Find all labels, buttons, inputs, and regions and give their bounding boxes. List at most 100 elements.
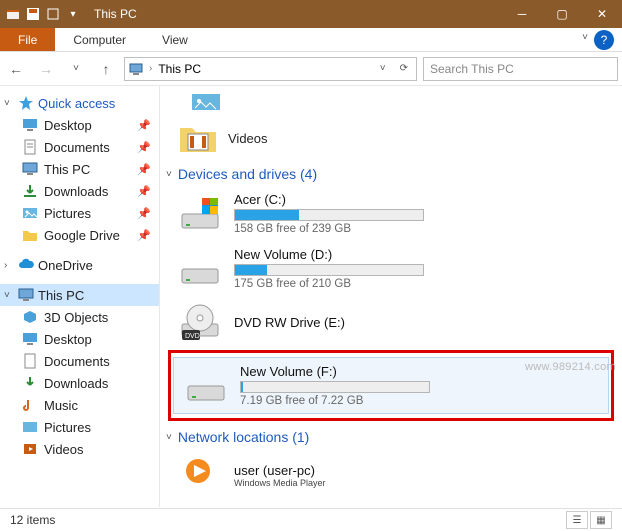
sidebar-item-googledrive[interactable]: Google Drive📌 (0, 224, 159, 246)
search-placeholder: Search This PC (430, 62, 514, 76)
list-item[interactable] (160, 88, 622, 116)
group-network[interactable]: ˅ Network locations (1) (160, 423, 622, 449)
storage-bar (234, 209, 424, 221)
chevron-down-icon[interactable]: ˅ (4, 290, 14, 301)
group-devices[interactable]: ˅ Devices and drives (4) (160, 160, 622, 186)
drive-free: 175 GB free of 210 GB (234, 278, 608, 290)
drive-icon (178, 249, 222, 289)
status-bar: 12 items ☰ ▦ (0, 508, 622, 531)
pin-icon: 📌 (137, 163, 151, 176)
close-button[interactable]: ✕ (582, 0, 622, 28)
pc-icon (129, 62, 143, 76)
pictures-icon (22, 419, 38, 435)
dropdown-icon[interactable]: ▾ (64, 5, 82, 23)
network-label: user (user-pc) (234, 463, 608, 478)
storage-bar (234, 264, 424, 276)
drive-free: 158 GB free of 239 GB (234, 223, 608, 235)
minimize-button[interactable]: ─ (502, 0, 542, 28)
file-tab[interactable]: File (0, 28, 55, 51)
search-input[interactable]: Search This PC (423, 57, 618, 81)
sidebar-item-desktop2[interactable]: Desktop (0, 328, 159, 350)
videos-folder-icon (178, 120, 218, 156)
downloads-icon (22, 375, 38, 391)
view-details-button[interactable]: ☰ (566, 511, 588, 529)
desktop-icon (22, 331, 38, 347)
sidebar-item-thispc[interactable]: This PC📌 (0, 158, 159, 180)
tab-computer[interactable]: Computer (55, 28, 144, 51)
pc-icon (22, 161, 38, 177)
list-item[interactable]: Videos (160, 116, 622, 160)
drive-icon (184, 366, 228, 406)
desktop-icon (22, 117, 38, 133)
pc-icon (18, 287, 34, 303)
sidebar-item-documents2[interactable]: Documents (0, 350, 159, 372)
drive-name: Acer (C:) (234, 192, 608, 207)
sidebar-item-videos[interactable]: Videos (0, 438, 159, 460)
chevron-down-icon[interactable]: ˅ (4, 98, 14, 109)
drive-c[interactable]: Acer (C:) 158 GB free of 239 GB (160, 186, 622, 241)
tab-view[interactable]: View (144, 28, 206, 51)
sidebar-item-pictures2[interactable]: Pictures (0, 416, 159, 438)
svg-text:DVD: DVD (185, 333, 200, 340)
sidebar-item-downloads2[interactable]: Downloads (0, 372, 159, 394)
maximize-button[interactable]: ▢ (542, 0, 582, 28)
folder-label: Videos (228, 131, 268, 146)
drive-name: DVD RW Drive (E:) (234, 315, 608, 330)
network-sublabel: Windows Media Player (234, 478, 608, 488)
recent-dropdown[interactable]: ˅ (64, 57, 88, 81)
drive-d[interactable]: New Volume (D:) 175 GB free of 210 GB (160, 241, 622, 296)
sidebar: ˅ Quick access Desktop📌 Documents📌 This … (0, 86, 160, 507)
address-bar[interactable]: › This PC ˅ ⟳ (124, 57, 417, 81)
properties-icon[interactable] (44, 5, 62, 23)
sidebar-item-downloads[interactable]: Downloads📌 (0, 180, 159, 202)
sidebar-quick-access[interactable]: ˅ Quick access (0, 92, 159, 114)
breadcrumb-chevron-icon[interactable]: › (149, 63, 152, 74)
folder-icon (22, 227, 38, 243)
refresh-icon[interactable]: ⟳ (396, 63, 412, 74)
chevron-right-icon[interactable]: › (4, 260, 14, 271)
up-button[interactable]: ↑ (94, 57, 118, 81)
sidebar-item-desktop[interactable]: Desktop📌 (0, 114, 159, 136)
pin-icon: 📌 (137, 207, 151, 220)
system-icon (4, 5, 22, 23)
sidebar-item-3dobjects[interactable]: 3D Objects (0, 306, 159, 328)
help-icon[interactable]: ? (594, 30, 614, 50)
back-button[interactable]: ← (4, 57, 28, 81)
content-pane: Videos ˅ Devices and drives (4) Acer (C:… (160, 86, 622, 507)
status-text: 12 items (10, 513, 55, 527)
drive-icon (178, 194, 222, 234)
sidebar-this-pc[interactable]: ˅ This PC (0, 284, 159, 306)
breadcrumb[interactable]: This PC (158, 62, 201, 76)
sidebar-item-documents[interactable]: Documents📌 (0, 136, 159, 158)
pictures-icon (22, 205, 38, 221)
sidebar-item-music[interactable]: Music (0, 394, 159, 416)
star-icon (18, 95, 34, 111)
view-tiles-button[interactable]: ▦ (590, 511, 612, 529)
title-bar: ▾ This PC ─ ▢ ✕ (0, 0, 622, 28)
media-player-icon (178, 455, 222, 495)
drive-name: New Volume (D:) (234, 247, 608, 262)
save-icon[interactable] (24, 5, 42, 23)
sidebar-item-pictures[interactable]: Pictures📌 (0, 202, 159, 224)
cube-icon (22, 309, 38, 325)
sidebar-onedrive[interactable]: › OneDrive (0, 254, 159, 276)
documents-icon (22, 139, 38, 155)
pictures-folder-icon (190, 92, 230, 112)
forward-button[interactable]: → (34, 57, 58, 81)
cloud-icon (18, 257, 34, 273)
ribbon-expand-icon[interactable]: ˅ (576, 28, 594, 51)
videos-icon (22, 441, 38, 457)
window-title: This PC (86, 7, 502, 21)
ribbon: File Computer View ˅ ? (0, 28, 622, 52)
documents-icon (22, 353, 38, 369)
chevron-down-icon[interactable]: ˅ (166, 432, 172, 443)
network-item[interactable]: user (user-pc) Windows Media Player (160, 449, 622, 501)
music-icon (22, 397, 38, 413)
storage-bar (240, 381, 430, 393)
drive-free: 7.19 GB free of 7.22 GB (240, 395, 598, 407)
pin-icon: 📌 (137, 185, 151, 198)
address-dropdown-icon[interactable]: ˅ (376, 63, 390, 74)
chevron-down-icon[interactable]: ˅ (166, 169, 172, 180)
drive-e[interactable]: DVD DVD RW Drive (E:) (160, 296, 622, 348)
watermark: www.989214.com (525, 361, 616, 373)
